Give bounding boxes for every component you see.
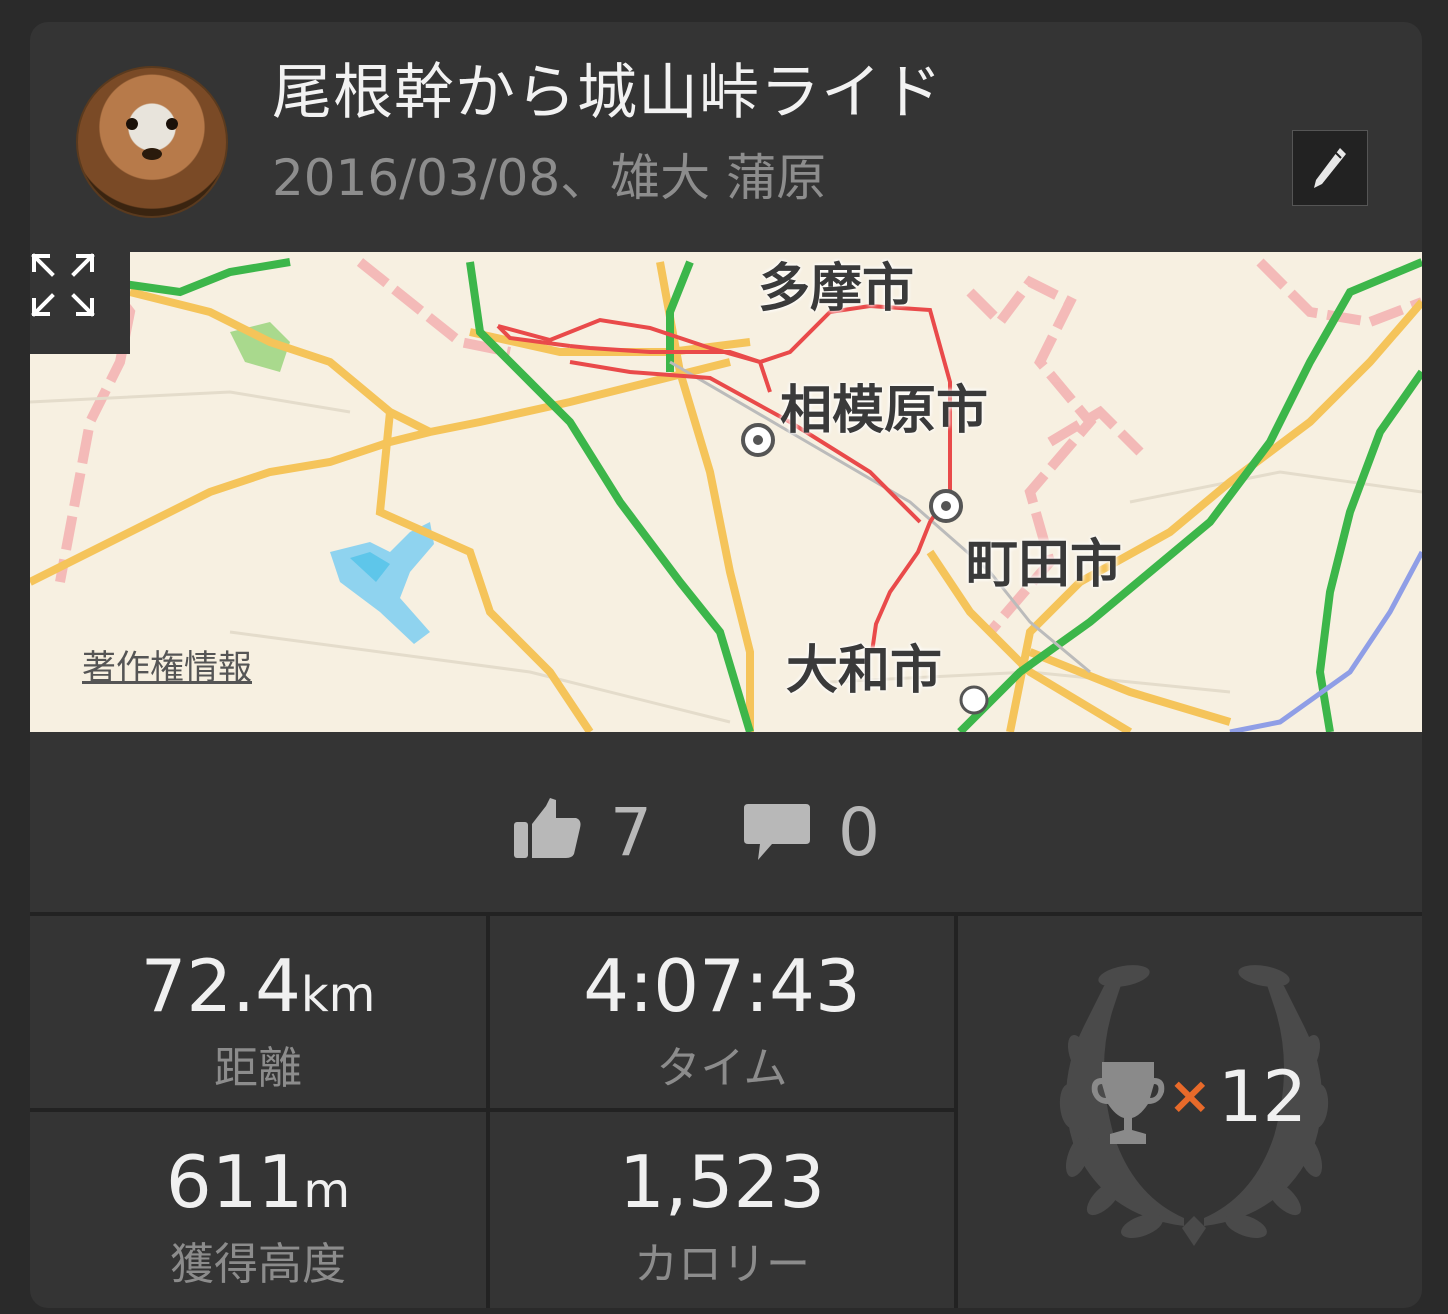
- social-bar: 7 0: [30, 732, 1422, 912]
- activity-header: 尾根幹から城山峠ライド 2016/03/08、雄大 蒲原: [30, 22, 1422, 252]
- trophy-icon: [1091, 1062, 1165, 1144]
- avatar[interactable]: [76, 66, 228, 218]
- map-label-tama: 多摩市: [758, 259, 915, 319]
- station-marker: [741, 423, 775, 457]
- comment-icon[interactable]: [742, 802, 812, 864]
- stat-calories-value: 1,523: [618, 1140, 826, 1224]
- stat-elevation-unit: m: [303, 1163, 351, 1219]
- expand-icon: [31, 253, 95, 317]
- stat-elevation-value: 611: [165, 1140, 304, 1224]
- map-label-sagamihara: 相模原市: [780, 381, 989, 441]
- stat-calories-label: カロリー: [634, 1239, 810, 1290]
- stat-elevation-label: 獲得高度: [170, 1239, 346, 1290]
- stat-distance-label: 距離: [214, 1043, 302, 1094]
- map-label-machida: 町田市: [966, 535, 1123, 595]
- activity-date-author: 2016/03/08、雄大 蒲原: [272, 149, 827, 207]
- stat-time-label: タイム: [656, 1043, 788, 1094]
- achievement-count: 12: [1218, 1056, 1308, 1138]
- route-map[interactable]: 多摩市 相模原市 町田市 大和市 著作権情報: [30, 252, 1422, 732]
- achievements-panel[interactable]: × 12: [958, 916, 1422, 1308]
- map-copyright-link[interactable]: 著作権情報: [82, 640, 252, 689]
- stat-distance-value: 72.4: [140, 944, 301, 1028]
- edit-button[interactable]: [1292, 130, 1368, 206]
- stat-time: 4:07:43 タイム: [490, 916, 958, 1112]
- stat-time-value: 4:07:43: [583, 944, 861, 1028]
- achievement-times-sign: ×: [1168, 1066, 1212, 1126]
- pencil-icon: [1314, 148, 1346, 188]
- stat-distance-value-row: 72.4km: [30, 944, 486, 1028]
- stat-distance-unit: km: [300, 967, 376, 1023]
- like-count[interactable]: 7: [610, 794, 652, 871]
- activity-card: 尾根幹から城山峠ライド 2016/03/08、雄大 蒲原 多摩市 相模原市 町田…: [30, 22, 1422, 1308]
- stat-calories: 1,523 カロリー: [490, 1112, 958, 1308]
- map-label-yamato: 大和市: [786, 641, 943, 701]
- activity-title: 尾根幹から城山峠ライド: [272, 58, 943, 128]
- station-marker: [929, 489, 963, 523]
- comment-count[interactable]: 0: [838, 794, 880, 871]
- stats-grid: 72.4km 距離 4:07:43 タイム 611m 獲得高度 1,523 カロ…: [30, 912, 1422, 1308]
- stat-elevation-value-row: 611m: [30, 1140, 486, 1224]
- stat-elevation: 611m 獲得高度: [30, 1112, 490, 1308]
- thumbs-up-icon[interactable]: [512, 796, 584, 860]
- route-end-marker: [959, 685, 989, 715]
- stat-distance: 72.4km 距離: [30, 916, 490, 1112]
- map-expand-button[interactable]: [30, 252, 130, 354]
